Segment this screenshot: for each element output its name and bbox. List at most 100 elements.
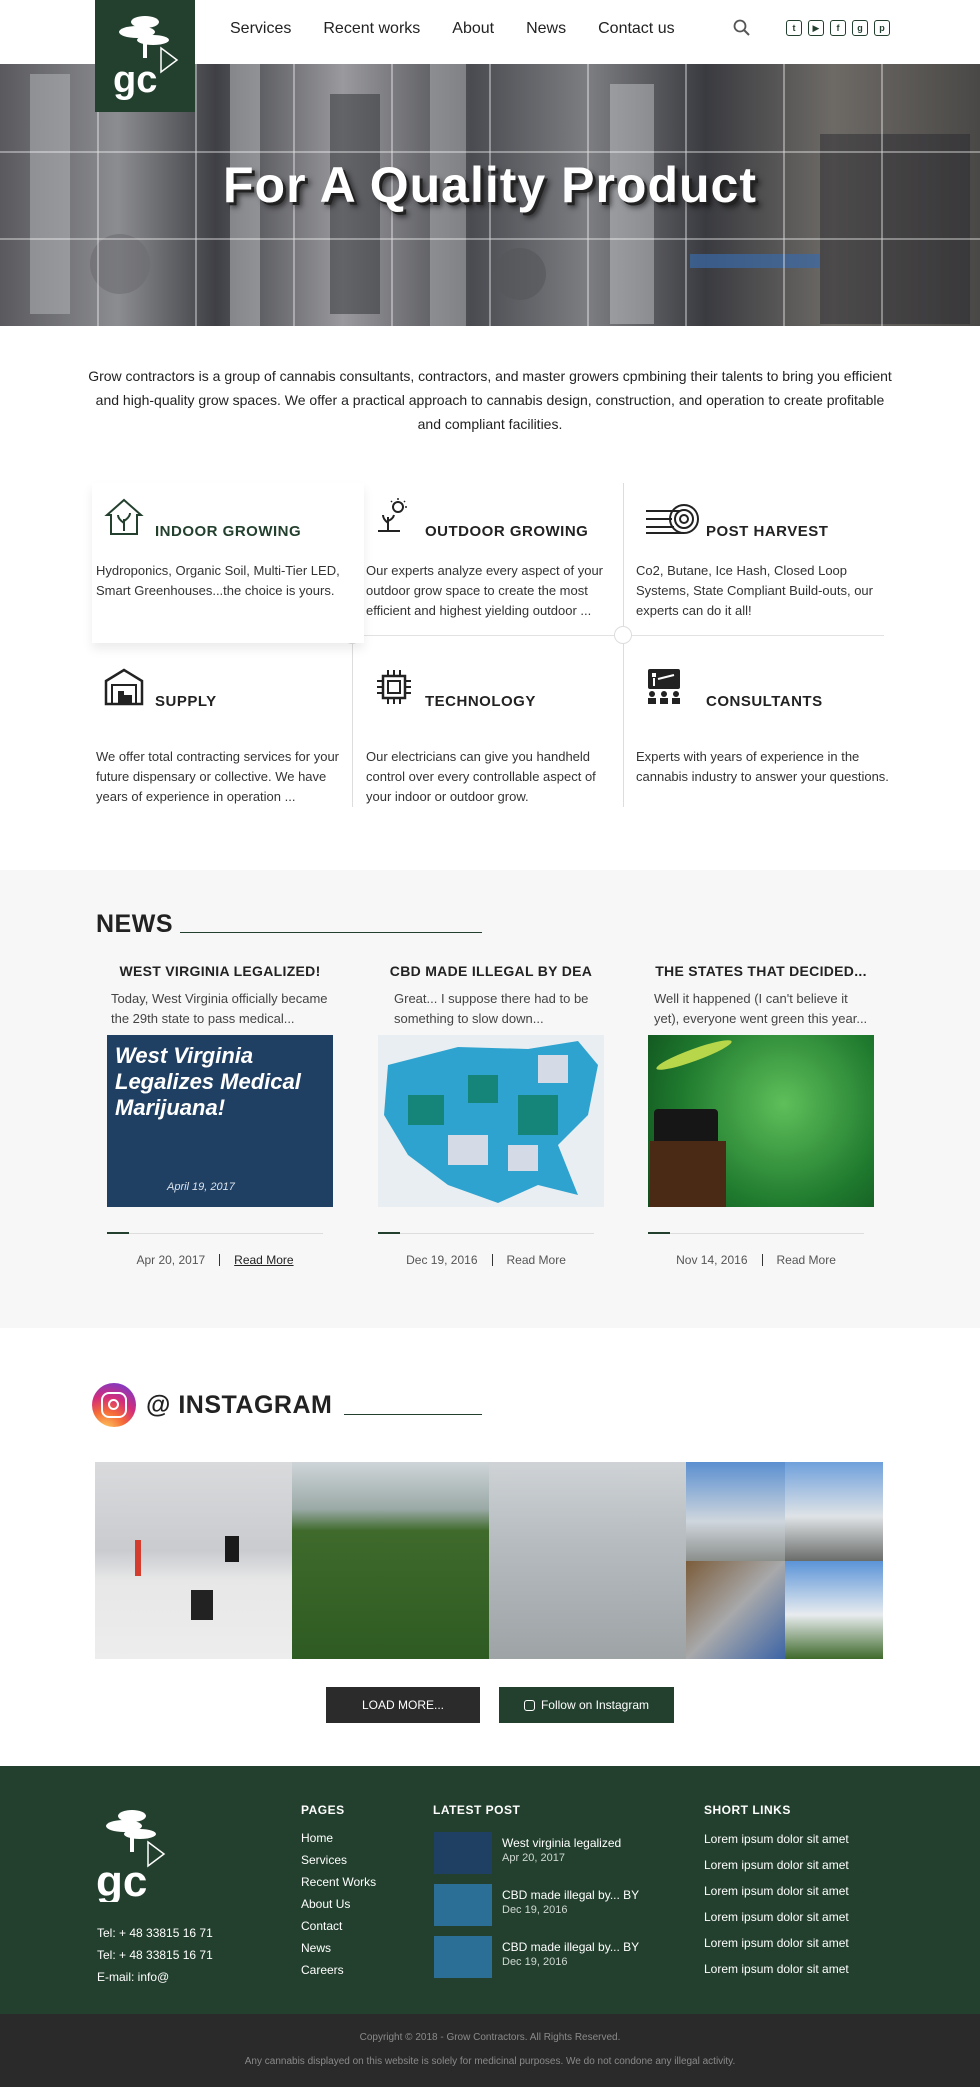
footer-link[interactable]: Careers xyxy=(301,1959,376,1981)
news-card-title[interactable]: CBD MADE ILLEGAL BY DEA xyxy=(378,963,604,979)
feature-text: Hydroponics, Organic Soil, Multi-Tier LE… xyxy=(96,563,340,598)
feature-title: POST HARVEST xyxy=(706,523,829,540)
presentation-icon xyxy=(648,669,680,704)
read-more-link[interactable]: Read More xyxy=(507,1253,566,1267)
footer-link[interactable]: Contact xyxy=(301,1915,376,1937)
news-card-excerpt: Great... I suppose there had to be somet… xyxy=(394,991,589,1026)
phone-text: Tel: + 48 33815 16 71 xyxy=(97,1926,213,1940)
news-section: NEWS WEST VIRGINIA LEGALIZED! Today, Wes… xyxy=(0,870,980,1328)
read-more-link[interactable]: Read More xyxy=(234,1253,293,1267)
latest-post-item[interactable]: CBD made illegal by... BY Dec 19, 2016 xyxy=(434,1884,654,1930)
feature-text: Co2, Butane, Ice Hash, Closed Loop Syste… xyxy=(636,563,873,618)
nav-services[interactable]: Services xyxy=(230,20,291,38)
post-title: CBD made illegal by... BY xyxy=(502,1940,640,1954)
feature-outdoor-growing[interactable]: OUTDOOR GROWING Our experts analyze ever… xyxy=(362,483,634,643)
footer-logo[interactable]: gc xyxy=(92,1802,172,1902)
facebook-icon[interactable]: f xyxy=(830,20,846,36)
news-image-caption: West Virginia Legalizes Medical Marijuan… xyxy=(115,1043,301,1120)
short-link[interactable]: Lorem ipsum dolor sit amet xyxy=(704,1956,849,1982)
footer-bottom-bar: Copyright © 2018 - Grow Contractors. All… xyxy=(0,2014,980,2087)
feature-text: We offer total contracting services for … xyxy=(96,749,340,804)
instagram-photo-collage[interactable] xyxy=(686,1462,883,1659)
nav-recent-works[interactable]: Recent works xyxy=(323,20,420,38)
footer-contact: Tel: + 48 33815 16 71 Tel: + 48 33815 16… xyxy=(97,1922,213,1988)
instagram-photo[interactable] xyxy=(686,1560,785,1659)
pages-title: PAGES xyxy=(301,1803,345,1817)
feature-supply[interactable]: SUPPLY We offer total contracting servic… xyxy=(92,653,364,813)
footer-link[interactable]: Recent Works xyxy=(301,1871,376,1893)
load-more-button[interactable]: LOAD MORE... xyxy=(326,1687,480,1723)
email-text: E-mail: info@ xyxy=(97,1970,170,1984)
read-more-link[interactable]: Read More xyxy=(777,1253,836,1267)
feature-title: CONSULTANTS xyxy=(706,693,823,710)
feature-technology[interactable]: TECHNOLOGY Our electricians can give you… xyxy=(362,653,634,813)
post-date: Apr 20, 2017 xyxy=(502,1852,565,1864)
nav-news[interactable]: News xyxy=(526,20,566,38)
divider xyxy=(107,1232,323,1234)
nav-about[interactable]: About xyxy=(452,20,494,38)
instagram-icon xyxy=(523,1699,535,1711)
social-links: t ▶ f g p xyxy=(786,20,890,36)
short-links-title: SHORT LINKS xyxy=(704,1803,791,1817)
instagram-photo[interactable] xyxy=(686,1462,785,1561)
instagram-title: @ INSTAGRAM xyxy=(146,1391,333,1419)
footer-link[interactable]: About Us xyxy=(301,1893,376,1915)
short-link[interactable]: Lorem ipsum dolor sit amet xyxy=(704,1930,849,1956)
post-thumbnail xyxy=(434,1832,492,1874)
divider xyxy=(648,1232,864,1234)
news-title: NEWS xyxy=(96,910,173,938)
post-thumbnail xyxy=(434,1884,492,1926)
feature-title: SUPPLY xyxy=(155,693,217,710)
intro-text: Grow contractors is a group of cannabis … xyxy=(88,368,892,432)
latest-post-item[interactable]: West virginia legalized Apr 20, 2017 xyxy=(434,1832,654,1878)
footer-link[interactable]: News xyxy=(301,1937,376,1959)
site-logo[interactable]: gc xyxy=(95,0,195,112)
hero-title: For A Quality Product xyxy=(223,157,757,213)
footer-short-links: Lorem ipsum dolor sit amet Lorem ipsum d… xyxy=(704,1826,849,1982)
feature-post-harvest[interactable]: POST HARVEST Co2, Butane, Ice Hash, Clos… xyxy=(632,483,904,643)
news-card: WEST VIRGINIA LEGALIZED! Today, West Vir… xyxy=(107,963,333,1267)
twitter-icon[interactable]: t xyxy=(786,20,802,36)
feature-title: INDOOR GROWING xyxy=(155,523,302,540)
feature-text: Experts with years of experience in the … xyxy=(636,749,889,784)
post-thumbnail xyxy=(434,1936,492,1978)
short-link[interactable]: Lorem ipsum dolor sit amet xyxy=(704,1852,849,1878)
news-card-title[interactable]: THE STATES THAT DECIDED... xyxy=(648,963,874,979)
news-card-meta: Nov 14, 2016 Read More xyxy=(648,1253,864,1267)
follow-instagram-button[interactable]: Follow on Instagram xyxy=(499,1687,674,1723)
instagram-photo[interactable] xyxy=(292,1462,489,1659)
instagram-photo[interactable] xyxy=(95,1462,292,1659)
main-nav: Services Recent works About News Contact… xyxy=(230,20,675,38)
instagram-photo[interactable] xyxy=(784,1560,883,1659)
feature-consultants[interactable]: CONSULTANTS Experts with years of experi… xyxy=(632,653,904,813)
short-link[interactable]: Lorem ipsum dolor sit amet xyxy=(704,1826,849,1852)
news-card-image[interactable] xyxy=(378,1035,604,1207)
pinterest-icon[interactable]: p xyxy=(874,20,890,36)
divider xyxy=(378,1232,594,1234)
short-link[interactable]: Lorem ipsum dolor sit amet xyxy=(704,1904,849,1930)
cbd-bottle-image xyxy=(650,1040,732,1207)
news-card-image[interactable] xyxy=(648,1035,874,1207)
site-footer: gc Tel: + 48 33815 16 71 Tel: + 48 33815… xyxy=(0,1766,980,2014)
short-link[interactable]: Lorem ipsum dolor sit amet xyxy=(704,1878,849,1904)
separator xyxy=(491,1254,493,1266)
footer-link[interactable]: Home xyxy=(301,1827,376,1849)
instagram-photo[interactable] xyxy=(489,1462,686,1659)
instagram-photo[interactable] xyxy=(784,1462,883,1561)
youtube-icon[interactable]: ▶ xyxy=(808,20,824,36)
instagram-grid xyxy=(95,1462,883,1659)
news-card-image[interactable]: West Virginia Legalizes Medical Marijuan… xyxy=(107,1035,333,1207)
nav-contact[interactable]: Contact us xyxy=(598,20,674,38)
latest-post-item[interactable]: CBD made illegal by... BY Dec 19, 2016 xyxy=(434,1936,654,1982)
feature-title: OUTDOOR GROWING xyxy=(425,523,589,540)
us-map-image xyxy=(384,1041,598,1203)
footer-link[interactable]: Services xyxy=(301,1849,376,1871)
news-card-title[interactable]: WEST VIRGINIA LEGALIZED! xyxy=(107,963,333,979)
sun-sprout-icon xyxy=(378,498,407,532)
search-icon[interactable] xyxy=(732,18,752,38)
lift-shape xyxy=(135,1540,141,1576)
google-plus-icon[interactable]: g xyxy=(852,20,868,36)
news-card-meta: Apr 20, 2017 Read More xyxy=(107,1253,323,1267)
feature-indoor-growing[interactable]: INDOOR GROWING Hydroponics, Organic Soil… xyxy=(92,483,364,643)
post-date: Dec 19, 2016 xyxy=(502,1956,568,1968)
